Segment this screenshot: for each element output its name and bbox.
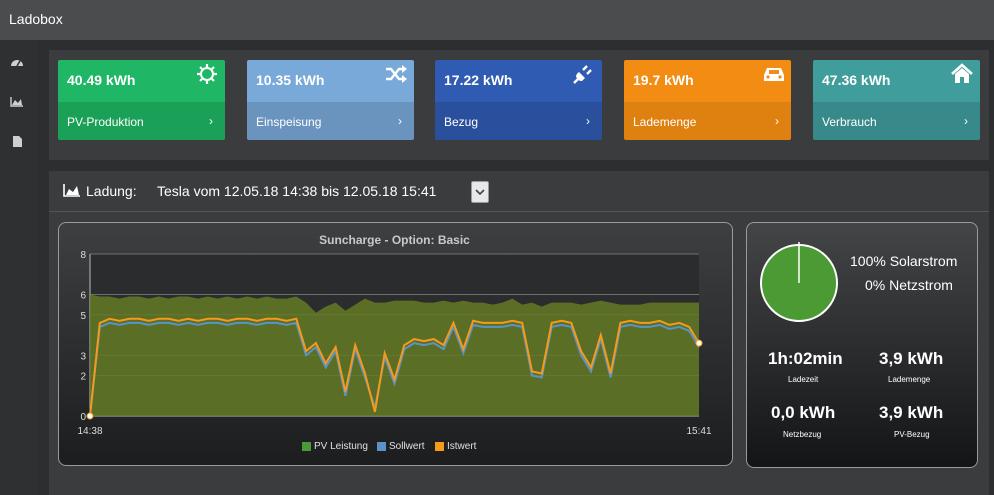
card-verbrauch[interactable]: 47.36 kWh Verbrauch › [813, 60, 980, 140]
chevron-right-icon: › [209, 114, 213, 128]
chevron-right-icon: › [398, 114, 402, 128]
chevron-right-icon: › [775, 114, 779, 128]
legend-swatch [302, 442, 311, 451]
home-icon [950, 63, 974, 85]
ladung-dropdown-button[interactable] [471, 181, 489, 203]
area-chart-icon [63, 183, 81, 202]
card-value: 10.35 kWh [256, 72, 325, 88]
ladezeit-value: 1h:02min [768, 349, 843, 368]
card-value: 40.49 kWh [67, 72, 136, 88]
car-icon [761, 63, 785, 85]
sidebar [0, 40, 38, 495]
gear-icon [195, 63, 219, 85]
solar-pie-chart [760, 242, 838, 322]
plug-icon [572, 63, 596, 85]
card-label: Verbrauch [822, 115, 877, 129]
card-lademenge[interactable]: 19.7 kWh Lademenge › [624, 60, 791, 140]
shuffle-icon [384, 63, 408, 85]
card-value: 17.22 kWh [444, 72, 513, 88]
card-bezug[interactable]: 17.22 kWh Bezug › [435, 60, 602, 140]
legend-sollwert[interactable]: Sollwert [377, 441, 425, 452]
ladung-label: Ladung: [86, 183, 137, 199]
card-value: 19.7 kWh [633, 72, 694, 88]
legend-pv-leistung[interactable]: PV Leistung [302, 441, 368, 452]
pvbezug-label: PV-Bezug [894, 430, 930, 439]
chart-container [58, 222, 733, 466]
netzbezug-label: Netzbezug [783, 430, 822, 439]
document-icon[interactable] [9, 134, 25, 148]
solar-percentage: 100% Solarstrom [850, 253, 958, 269]
lademenge-value: 3,9 kWh [879, 349, 944, 368]
legend-istwert[interactable]: Istwert [435, 441, 476, 452]
card-einspeisung[interactable]: 10.35 kWh Einspeisung › [247, 60, 414, 140]
chart-title: Suncharge - Option: Basic [319, 233, 470, 247]
ladung-select-value[interactable]: Tesla vom 12.05.18 14:38 bis 12.05.18 15… [157, 183, 436, 199]
card-label: Einspeisung [256, 115, 322, 129]
card-label: Lademenge [633, 115, 697, 129]
legend-label: Istwert [447, 441, 477, 452]
legend-swatch [435, 442, 444, 451]
legend-label: PV Leistung [314, 441, 368, 452]
legend-label: Sollwert [389, 441, 425, 452]
legend-swatch [377, 442, 386, 451]
card-value: 47.36 kWh [822, 72, 891, 88]
area-chart-icon[interactable] [9, 94, 25, 108]
netz-percentage: 0% Netzstrom [865, 277, 953, 293]
pvbezug-value: 3,9 kWh [879, 403, 944, 422]
dashboard-icon[interactable] [9, 54, 25, 68]
ladezeit-label: Ladezeit [788, 375, 819, 384]
top-bar: Ladobox [0, 0, 994, 40]
chevron-down-icon [475, 189, 485, 196]
chevron-right-icon: › [964, 114, 968, 128]
card-label: PV-Produktion [67, 115, 144, 129]
lademenge-label: Lademenge [888, 375, 931, 384]
app-title[interactable]: Ladobox [9, 11, 63, 27]
netzbezug-value: 0,0 kWh [771, 403, 836, 422]
card-label: Bezug [444, 115, 479, 129]
card-pv-produktion[interactable]: 40.49 kWh PV-Produktion › [58, 60, 225, 140]
chevron-right-icon: › [586, 114, 590, 128]
